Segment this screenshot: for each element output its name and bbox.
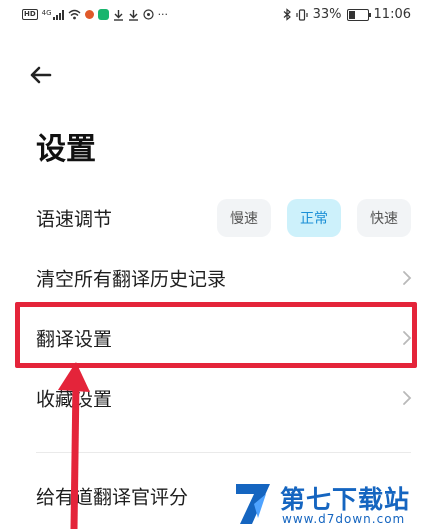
bluetooth-icon xyxy=(283,8,291,21)
signal-icon: 4G xyxy=(41,8,64,20)
site-watermark: 第七下载站 www.d7down.com xyxy=(232,480,427,529)
vibrate-icon xyxy=(296,8,308,21)
app-notification-icon xyxy=(84,10,94,19)
page-title: 设置 xyxy=(36,132,96,167)
speed-option-slow[interactable]: 慢速 xyxy=(217,199,271,237)
section-divider xyxy=(36,452,411,453)
clear-history-row[interactable]: 清空所有翻译历史记录 xyxy=(0,248,427,308)
status-bar: HD 4G ··· 33% 11:06 xyxy=(0,0,427,36)
target-icon xyxy=(142,9,154,20)
chevron-right-icon xyxy=(403,331,412,345)
watermark-logo-icon xyxy=(236,484,270,524)
favorites-settings-row[interactable]: 收藏设置 xyxy=(0,368,427,428)
back-button[interactable] xyxy=(28,62,54,88)
download-icon xyxy=(128,9,138,21)
arrow-left-icon xyxy=(30,66,52,84)
speech-speed-label: 语速调节 xyxy=(36,208,113,231)
clear-history-label: 清空所有翻译历史记录 xyxy=(36,268,227,291)
favorites-settings-label: 收藏设置 xyxy=(36,388,113,411)
translation-settings-row[interactable]: 翻译设置 xyxy=(0,308,427,368)
translation-settings-label: 翻译设置 xyxy=(36,328,113,351)
hd-indicator: HD xyxy=(22,9,38,20)
network-type: 4G xyxy=(41,8,52,17)
status-bar-right: 33% 11:06 xyxy=(283,7,411,22)
speed-option-fast[interactable]: 快速 xyxy=(357,199,411,237)
chevron-right-icon xyxy=(403,391,412,405)
more-notifications-indicator: ··· xyxy=(157,8,169,21)
battery-icon xyxy=(346,8,371,21)
speech-speed-options: 慢速 正常 快速 xyxy=(217,199,411,237)
watermark-name: 第七下载站 xyxy=(280,485,411,514)
chevron-right-icon xyxy=(403,271,412,285)
status-bar-left: HD 4G ··· xyxy=(22,8,168,21)
green-app-icon xyxy=(97,9,109,20)
clock: 11:06 xyxy=(373,7,411,22)
speech-speed-row: 语速调节 慢速 正常 快速 xyxy=(0,188,427,248)
speed-option-normal[interactable]: 正常 xyxy=(287,199,341,237)
wifi-icon xyxy=(68,9,81,20)
download-icon xyxy=(113,9,123,21)
rate-app-label: 给有道翻译官评分 xyxy=(36,486,189,509)
watermark-url: www.d7down.com xyxy=(282,512,406,526)
battery-percent: 33% xyxy=(312,7,342,22)
